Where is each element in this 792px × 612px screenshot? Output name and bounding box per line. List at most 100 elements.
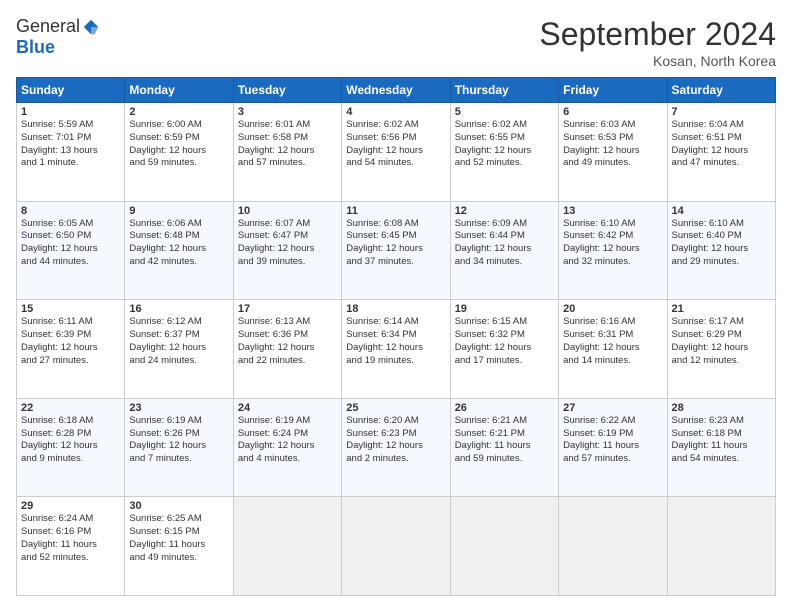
weekday-sunday: Sunday [17,78,125,103]
day-info: Sunrise: 6:05 AMSunset: 6:50 PMDaylight:… [21,218,120,269]
day-info: Sunrise: 6:08 AMSunset: 6:45 PMDaylight:… [346,218,445,269]
calendar-cell [342,497,450,596]
day-number: 25 [346,402,445,414]
day-info: Sunrise: 6:25 AMSunset: 6:15 PMDaylight:… [129,513,228,564]
calendar-cell [450,497,558,596]
day-info: Sunrise: 6:00 AMSunset: 6:59 PMDaylight:… [129,119,228,170]
day-number: 16 [129,303,228,315]
day-number: 1 [21,106,120,118]
day-info: Sunrise: 6:10 AMSunset: 6:40 PMDaylight:… [672,218,771,269]
calendar-cell: 6Sunrise: 6:03 AMSunset: 6:53 PMDaylight… [559,103,667,202]
day-number: 29 [21,500,120,512]
calendar-cell: 1Sunrise: 5:59 AMSunset: 7:01 PMDaylight… [17,103,125,202]
day-number: 17 [238,303,337,315]
weekday-thursday: Thursday [450,78,558,103]
weekday-saturday: Saturday [667,78,775,103]
calendar-cell: 27Sunrise: 6:22 AMSunset: 6:19 PMDayligh… [559,398,667,497]
day-number: 5 [455,106,554,118]
weekday-tuesday: Tuesday [233,78,341,103]
day-number: 12 [455,205,554,217]
day-info: Sunrise: 6:12 AMSunset: 6:37 PMDaylight:… [129,316,228,367]
day-number: 6 [563,106,662,118]
calendar-cell [559,497,667,596]
logo-icon [82,18,100,36]
calendar-cell: 24Sunrise: 6:19 AMSunset: 6:24 PMDayligh… [233,398,341,497]
calendar-cell: 21Sunrise: 6:17 AMSunset: 6:29 PMDayligh… [667,300,775,399]
calendar-cell: 30Sunrise: 6:25 AMSunset: 6:15 PMDayligh… [125,497,233,596]
calendar-cell: 9Sunrise: 6:06 AMSunset: 6:48 PMDaylight… [125,201,233,300]
day-info: Sunrise: 5:59 AMSunset: 7:01 PMDaylight:… [21,119,120,170]
day-number: 11 [346,205,445,217]
day-number: 8 [21,205,120,217]
day-info: Sunrise: 6:02 AMSunset: 6:56 PMDaylight:… [346,119,445,170]
day-info: Sunrise: 6:19 AMSunset: 6:26 PMDaylight:… [129,415,228,466]
page-header: General Blue September 2024 Kosan, North… [16,16,776,69]
day-info: Sunrise: 6:16 AMSunset: 6:31 PMDaylight:… [563,316,662,367]
calendar-cell: 22Sunrise: 6:18 AMSunset: 6:28 PMDayligh… [17,398,125,497]
day-info: Sunrise: 6:18 AMSunset: 6:28 PMDaylight:… [21,415,120,466]
day-number: 24 [238,402,337,414]
day-number: 15 [21,303,120,315]
calendar-cell: 14Sunrise: 6:10 AMSunset: 6:40 PMDayligh… [667,201,775,300]
day-number: 21 [672,303,771,315]
calendar-cell: 16Sunrise: 6:12 AMSunset: 6:37 PMDayligh… [125,300,233,399]
calendar-cell: 13Sunrise: 6:10 AMSunset: 6:42 PMDayligh… [559,201,667,300]
day-number: 19 [455,303,554,315]
day-number: 14 [672,205,771,217]
location: Kosan, North Korea [539,53,776,69]
calendar-week-3: 15Sunrise: 6:11 AMSunset: 6:39 PMDayligh… [17,300,776,399]
calendar-week-5: 29Sunrise: 6:24 AMSunset: 6:16 PMDayligh… [17,497,776,596]
day-info: Sunrise: 6:11 AMSunset: 6:39 PMDaylight:… [21,316,120,367]
calendar-cell: 25Sunrise: 6:20 AMSunset: 6:23 PMDayligh… [342,398,450,497]
day-info: Sunrise: 6:10 AMSunset: 6:42 PMDaylight:… [563,218,662,269]
day-number: 10 [238,205,337,217]
day-number: 30 [129,500,228,512]
day-info: Sunrise: 6:15 AMSunset: 6:32 PMDaylight:… [455,316,554,367]
day-info: Sunrise: 6:19 AMSunset: 6:24 PMDaylight:… [238,415,337,466]
logo-blue: Blue [16,37,55,57]
calendar-cell: 11Sunrise: 6:08 AMSunset: 6:45 PMDayligh… [342,201,450,300]
calendar-cell: 17Sunrise: 6:13 AMSunset: 6:36 PMDayligh… [233,300,341,399]
day-info: Sunrise: 6:22 AMSunset: 6:19 PMDaylight:… [563,415,662,466]
calendar-cell: 19Sunrise: 6:15 AMSunset: 6:32 PMDayligh… [450,300,558,399]
calendar-body: 1Sunrise: 5:59 AMSunset: 7:01 PMDaylight… [17,103,776,596]
calendar-cell: 3Sunrise: 6:01 AMSunset: 6:58 PMDaylight… [233,103,341,202]
weekday-friday: Friday [559,78,667,103]
month-title: September 2024 [539,16,776,53]
day-info: Sunrise: 6:17 AMSunset: 6:29 PMDaylight:… [672,316,771,367]
day-number: 22 [21,402,120,414]
calendar-cell: 18Sunrise: 6:14 AMSunset: 6:34 PMDayligh… [342,300,450,399]
calendar-cell: 12Sunrise: 6:09 AMSunset: 6:44 PMDayligh… [450,201,558,300]
day-info: Sunrise: 6:20 AMSunset: 6:23 PMDaylight:… [346,415,445,466]
calendar-week-1: 1Sunrise: 5:59 AMSunset: 7:01 PMDaylight… [17,103,776,202]
title-section: September 2024 Kosan, North Korea [539,16,776,69]
calendar-table: SundayMondayTuesdayWednesdayThursdayFrid… [16,77,776,596]
calendar-cell: 2Sunrise: 6:00 AMSunset: 6:59 PMDaylight… [125,103,233,202]
calendar-week-2: 8Sunrise: 6:05 AMSunset: 6:50 PMDaylight… [17,201,776,300]
day-number: 9 [129,205,228,217]
calendar-cell: 4Sunrise: 6:02 AMSunset: 6:56 PMDaylight… [342,103,450,202]
day-number: 3 [238,106,337,118]
calendar-cell: 20Sunrise: 6:16 AMSunset: 6:31 PMDayligh… [559,300,667,399]
calendar-cell: 23Sunrise: 6:19 AMSunset: 6:26 PMDayligh… [125,398,233,497]
day-info: Sunrise: 6:02 AMSunset: 6:55 PMDaylight:… [455,119,554,170]
day-number: 27 [563,402,662,414]
logo-general: General [16,16,80,37]
day-info: Sunrise: 6:23 AMSunset: 6:18 PMDaylight:… [672,415,771,466]
calendar-week-4: 22Sunrise: 6:18 AMSunset: 6:28 PMDayligh… [17,398,776,497]
logo: General Blue [16,16,100,58]
weekday-header-row: SundayMondayTuesdayWednesdayThursdayFrid… [17,78,776,103]
calendar-cell: 28Sunrise: 6:23 AMSunset: 6:18 PMDayligh… [667,398,775,497]
calendar-cell: 26Sunrise: 6:21 AMSunset: 6:21 PMDayligh… [450,398,558,497]
day-info: Sunrise: 6:21 AMSunset: 6:21 PMDaylight:… [455,415,554,466]
day-info: Sunrise: 6:01 AMSunset: 6:58 PMDaylight:… [238,119,337,170]
calendar-cell: 29Sunrise: 6:24 AMSunset: 6:16 PMDayligh… [17,497,125,596]
day-info: Sunrise: 6:24 AMSunset: 6:16 PMDaylight:… [21,513,120,564]
day-number: 23 [129,402,228,414]
calendar-cell: 5Sunrise: 6:02 AMSunset: 6:55 PMDaylight… [450,103,558,202]
day-info: Sunrise: 6:03 AMSunset: 6:53 PMDaylight:… [563,119,662,170]
day-info: Sunrise: 6:04 AMSunset: 6:51 PMDaylight:… [672,119,771,170]
day-info: Sunrise: 6:06 AMSunset: 6:48 PMDaylight:… [129,218,228,269]
weekday-monday: Monday [125,78,233,103]
day-number: 2 [129,106,228,118]
